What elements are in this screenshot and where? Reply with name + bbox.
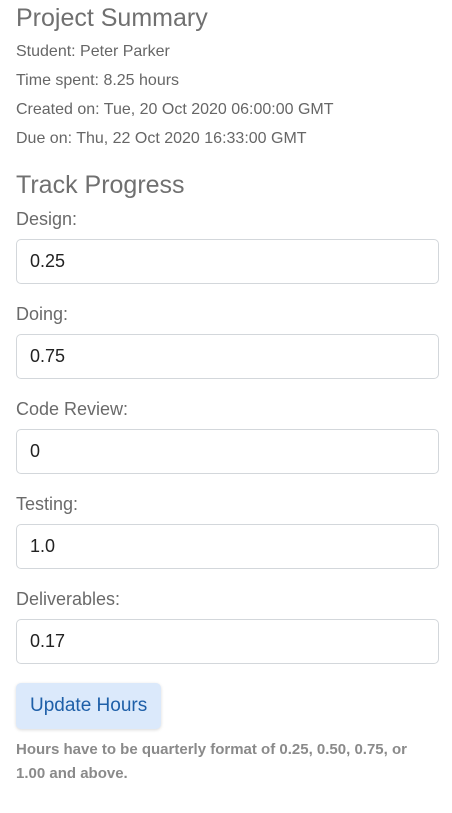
code-review-field-group: Code Review: — [16, 398, 439, 474]
summary-details: Student: Peter Parker Time spent: 8.25 h… — [16, 37, 437, 153]
code-review-label: Code Review: — [16, 399, 129, 419]
project-summary-title: Project Summary — [16, 4, 208, 32]
due-on: Due on: Thu, 22 Oct 2020 16:33:00 GMT — [16, 130, 307, 147]
doing-label: Doing: — [16, 304, 69, 324]
deliverables-label: Deliverables: — [16, 589, 121, 609]
hours-format-hint: Hours have to be quarterly format of 0.2… — [16, 741, 407, 782]
code-review-input[interactable] — [16, 429, 439, 474]
deliverables-field-group: Deliverables: — [16, 588, 439, 664]
deliverables-input[interactable] — [16, 619, 439, 664]
doing-input[interactable] — [16, 334, 439, 379]
design-field-group: Design: — [16, 208, 439, 284]
update-hours-button[interactable]: Update Hours — [16, 683, 162, 729]
track-progress-title: Track Progress — [16, 171, 185, 199]
testing-label: Testing: — [16, 494, 79, 514]
page-container: Project Summary Student: Peter Parker Ti… — [0, 3, 452, 786]
time-spent: Time spent: 8.25 hours — [16, 72, 180, 89]
doing-field-group: Doing: — [16, 303, 439, 379]
testing-input[interactable] — [16, 524, 439, 569]
design-input[interactable] — [16, 239, 439, 284]
student-name: Student: Peter Parker — [16, 43, 170, 60]
design-label: Design: — [16, 209, 78, 229]
progress-form: Design: Doing: Code Review: Testing: Del… — [16, 208, 439, 729]
created-on: Created on: Tue, 20 Oct 2020 06:00:00 GM… — [16, 101, 334, 118]
testing-field-group: Testing: — [16, 493, 439, 569]
